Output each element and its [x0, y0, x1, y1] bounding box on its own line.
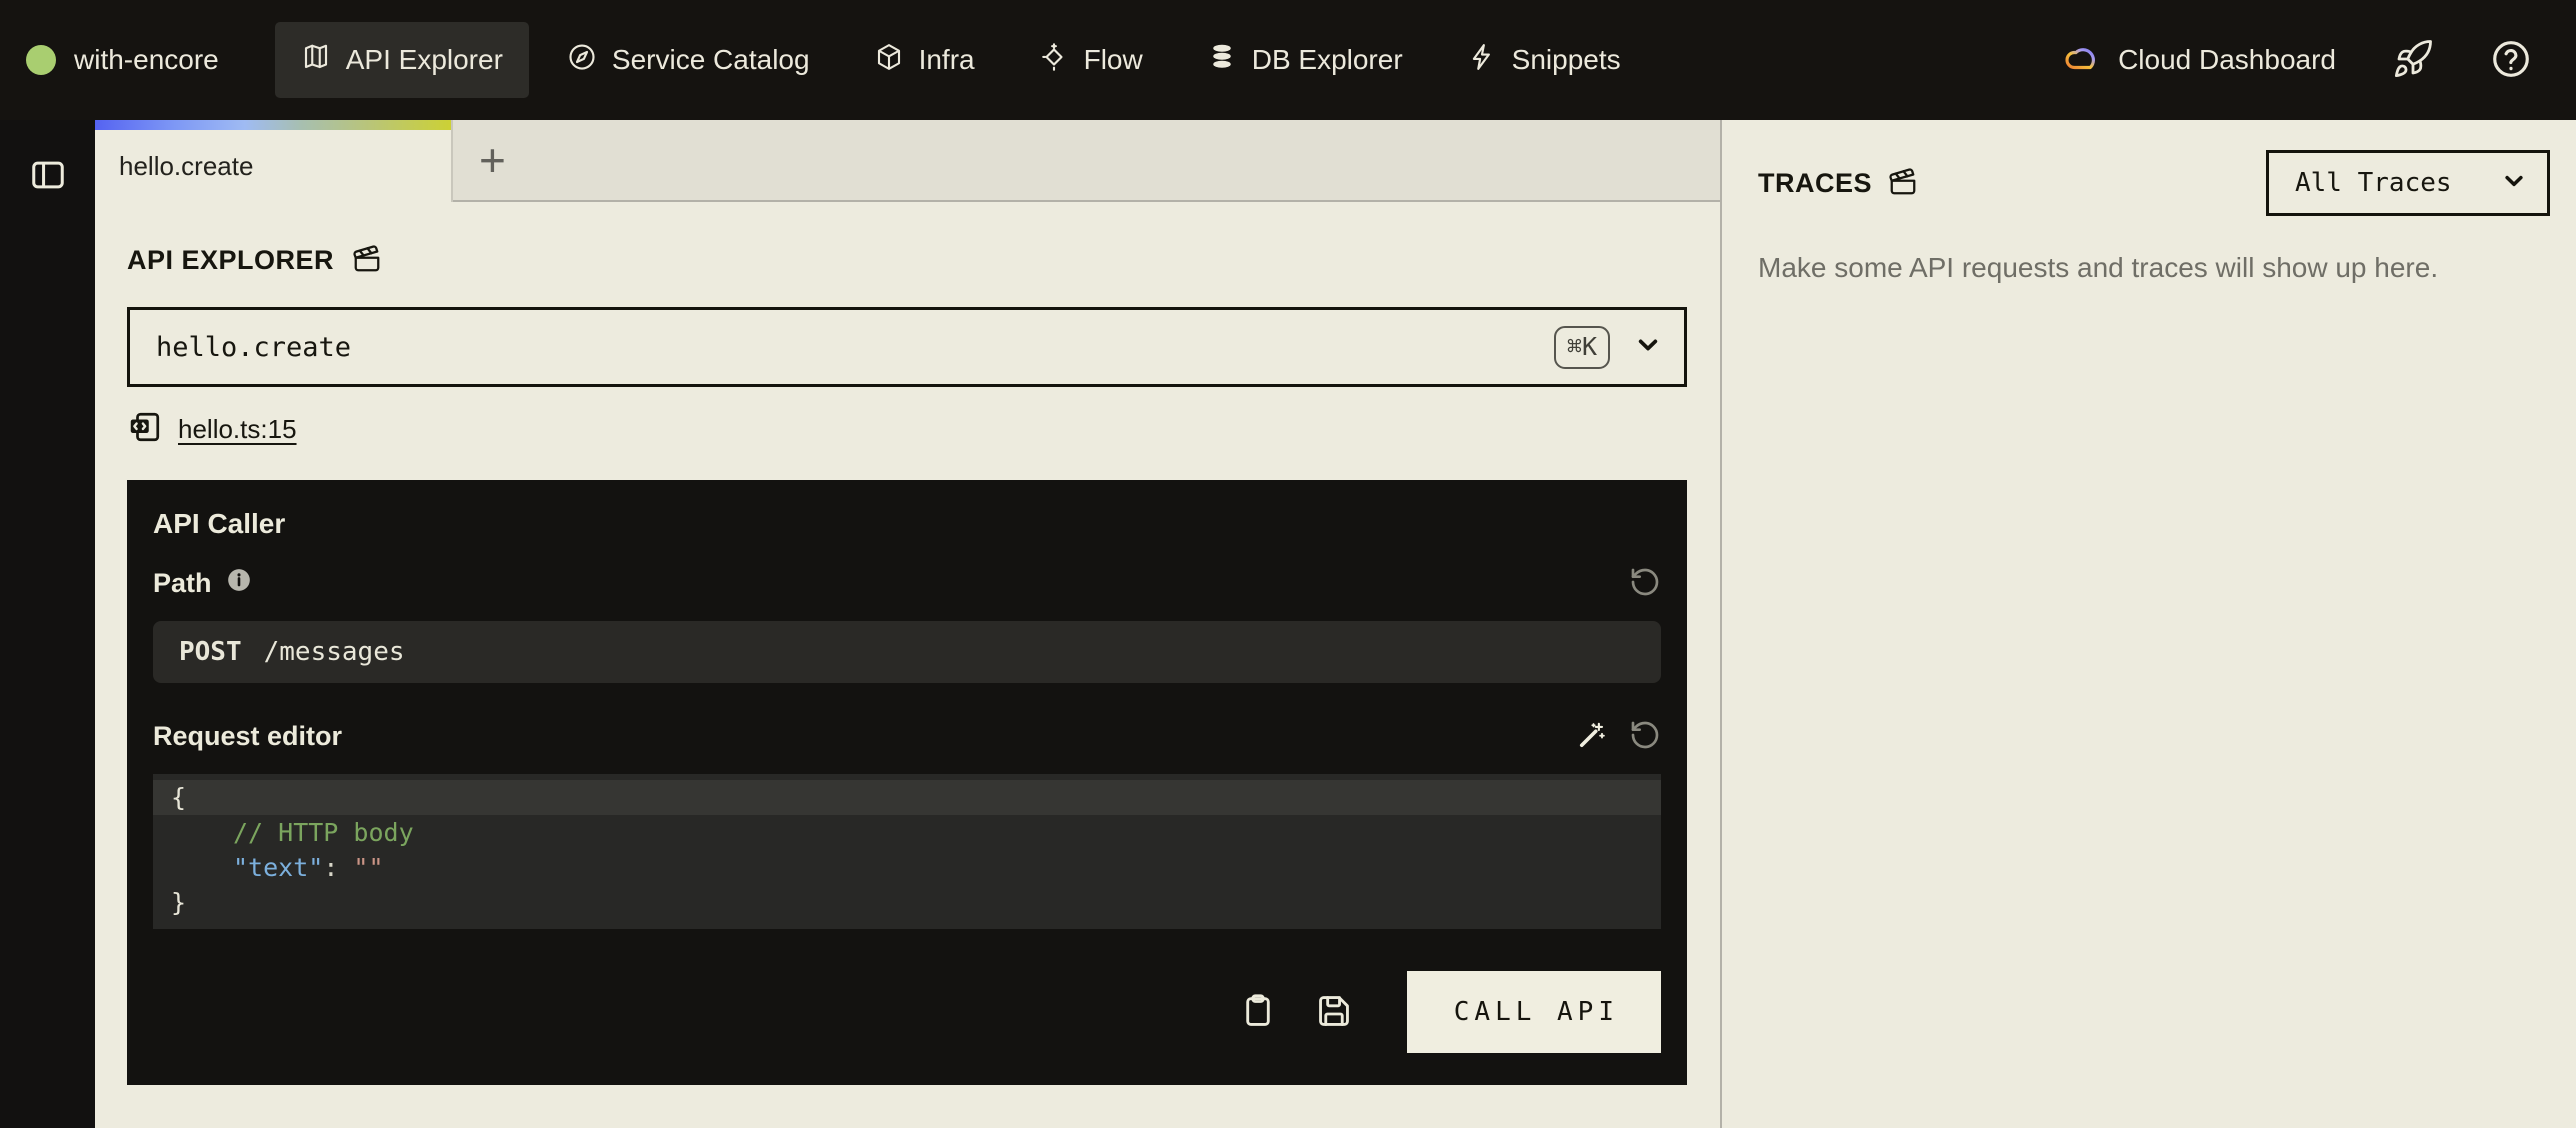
clapperboard-icon [1888, 167, 1918, 200]
traces-video-button[interactable] [1888, 167, 1918, 200]
lightning-icon [1467, 42, 1497, 79]
http-path: /messages [264, 637, 405, 667]
path-label-wrap: Path [153, 567, 252, 600]
trace-filter-value: All Traces [2295, 168, 2473, 198]
magic-wand-icon [1577, 720, 1607, 753]
nav-item-label: Infra [919, 44, 975, 76]
help-icon [2490, 38, 2532, 83]
nav-item-infra[interactable]: Infra [848, 22, 1001, 98]
tab-hello-create[interactable]: hello.create [95, 120, 453, 202]
nav-item-snippets[interactable]: Snippets [1441, 22, 1647, 98]
app-identity: with-encore [26, 44, 219, 76]
nav-item-label: Snippets [1512, 44, 1621, 76]
nav-item-service-catalog[interactable]: Service Catalog [541, 22, 836, 98]
cube-icon [874, 42, 904, 79]
flow-sparkle-icon [1039, 42, 1069, 79]
rocket-icon [2392, 38, 2434, 83]
endpoint-select-value: hello.create [156, 332, 1554, 363]
code-line: } [153, 885, 1661, 920]
nav-item-flow[interactable]: Flow [1013, 22, 1169, 98]
compass-icon [567, 42, 597, 79]
toggle-sidebar-button[interactable] [29, 154, 67, 198]
nav-item-label: DB Explorer [1252, 44, 1403, 76]
help-button[interactable] [2490, 38, 2532, 83]
nav-item-label: Service Catalog [612, 44, 810, 76]
request-editor-label: Request editor [153, 721, 342, 752]
traces-empty-message: Make some API requests and traces will s… [1758, 252, 2550, 284]
call-api-button[interactable]: CALL API [1407, 971, 1661, 1053]
endpoint-select[interactable]: hello.create ⌘K [127, 307, 1687, 387]
nav-item-api-explorer[interactable]: API Explorer [275, 22, 529, 98]
code-comment: // HTTP body [233, 818, 414, 847]
new-tab-button[interactable]: + [479, 137, 506, 183]
reset-icon [1629, 719, 1661, 754]
api-explorer-content: API EXPLORER hello.create ⌘K hello. [95, 202, 1720, 1085]
endpoint-path-display: POST /messages [153, 621, 1661, 683]
clipboard-icon [1239, 992, 1277, 1033]
side-rail [0, 120, 95, 1128]
traces-panel: TRACES All Traces Make some API requests… [1720, 120, 2576, 1128]
save-icon [1315, 992, 1353, 1033]
nav-item-label: Flow [1084, 44, 1143, 76]
request-body-editor[interactable]: { // HTTP body "text": "" } [153, 774, 1661, 929]
traces-title: TRACES [1758, 168, 1872, 199]
app-name: with-encore [74, 44, 219, 76]
map-icon [301, 42, 331, 79]
code-file-icon [127, 409, 163, 450]
tab-label: hello.create [119, 151, 253, 182]
chevron-down-icon [2499, 166, 2529, 201]
api-caller-footer: CALL API [153, 971, 1661, 1053]
app-shell: hello.create + API EXPLORER hello.create… [0, 120, 2576, 1128]
shortcut-badge: ⌘K [1554, 326, 1610, 369]
reset-path-button[interactable] [1629, 566, 1661, 601]
tab-strip: hello.create + [95, 120, 1720, 202]
cloud-dashboard-link[interactable]: Cloud Dashboard [2064, 39, 2336, 82]
code-line: // HTTP body [153, 815, 1661, 850]
top-navigation: API Explorer Service Catalog Infra Flow … [275, 22, 1647, 98]
trace-filter-select[interactable]: All Traces [2266, 150, 2550, 216]
traces-header: TRACES All Traces [1758, 150, 2550, 216]
code-key: "text" [233, 853, 323, 882]
request-editor-row: Request editor [153, 719, 1661, 754]
copy-request-button[interactable] [1239, 992, 1277, 1033]
chevron-down-icon [1632, 329, 1664, 365]
source-file-row: hello.ts:15 [127, 409, 1720, 450]
page-title: API EXPLORER [127, 245, 334, 276]
api-explorer-header: API EXPLORER [127, 244, 1720, 277]
api-explorer-video-button[interactable] [352, 244, 382, 277]
source-link[interactable]: hello.ts:15 [178, 414, 297, 445]
path-row: Path [153, 566, 1661, 601]
info-icon[interactable] [226, 567, 252, 600]
topbar-right: Cloud Dashboard [2064, 38, 2532, 83]
app-status-dot [26, 45, 56, 75]
api-caller-panel: API Caller Path [127, 480, 1687, 1085]
reset-icon [1629, 566, 1661, 601]
cloud-icon [2064, 39, 2100, 82]
launch-button[interactable] [2392, 38, 2434, 83]
code-value: "" [353, 853, 383, 882]
database-icon [1207, 42, 1237, 79]
api-caller-title: API Caller [153, 508, 1661, 540]
generate-payload-button[interactable] [1577, 720, 1607, 753]
code-line: "text": "" [153, 850, 1661, 885]
main-column: hello.create + API EXPLORER hello.create… [95, 120, 1720, 1128]
sidebar-panel-icon [29, 182, 67, 197]
clapperboard-icon [352, 244, 382, 277]
save-request-button[interactable] [1315, 992, 1353, 1033]
path-label: Path [153, 568, 212, 599]
cloud-dashboard-label: Cloud Dashboard [2118, 44, 2336, 76]
http-method: POST [179, 637, 242, 667]
code-line: { [153, 780, 1661, 815]
tab-strip-filler: + [453, 120, 1720, 202]
topbar: with-encore API Explorer Service Catalog… [0, 0, 2576, 120]
nav-item-label: API Explorer [346, 44, 503, 76]
nav-item-db-explorer[interactable]: DB Explorer [1181, 22, 1429, 98]
reset-request-button[interactable] [1629, 719, 1661, 754]
